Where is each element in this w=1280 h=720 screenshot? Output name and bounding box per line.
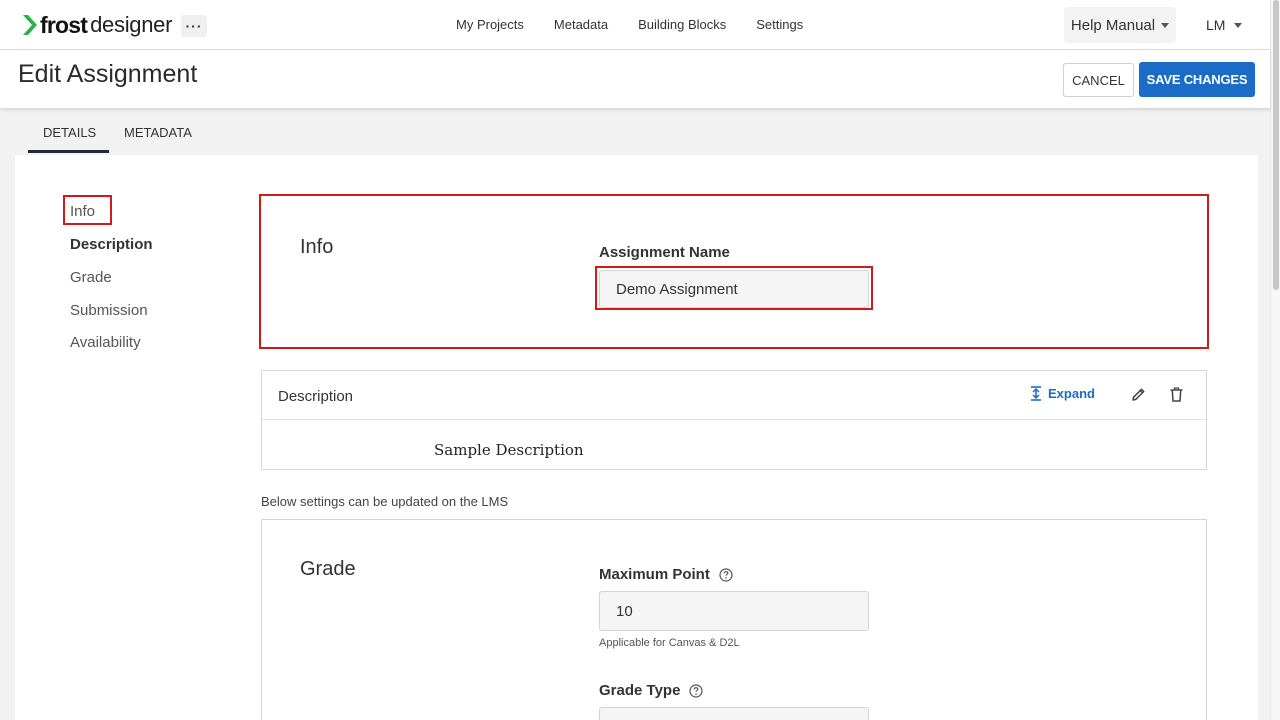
help-circle-icon[interactable]	[719, 567, 733, 582]
page-title: Edit Assignment	[18, 60, 198, 88]
tab-details[interactable]: DETAILS	[43, 125, 96, 140]
lms-note: Below settings can be updated on the LMS	[261, 494, 509, 509]
nav-settings[interactable]: Settings	[756, 17, 803, 32]
expand-button[interactable]: Expand	[1030, 386, 1095, 401]
nav-building-blocks[interactable]: Building Blocks	[638, 17, 726, 32]
nav-my-projects[interactable]: My Projects	[456, 17, 524, 32]
maximum-point-input[interactable]: 10	[599, 591, 869, 631]
description-card: Description Expand Sample Description	[261, 370, 1207, 470]
frost-logo-icon	[23, 15, 37, 35]
highlight-box-sidebar-info	[63, 195, 112, 225]
description-card-title: Description	[278, 388, 354, 405]
nav-metadata[interactable]: Metadata	[554, 17, 608, 32]
page-scrollbar[interactable]	[1270, 0, 1280, 720]
scrollbar-thumb[interactable]	[1273, 0, 1279, 290]
edit-icon[interactable]	[1131, 387, 1146, 402]
cancel-button[interactable]: CANCEL	[1063, 63, 1134, 97]
maximum-point-hint: Applicable for Canvas & D2L	[599, 637, 740, 649]
top-navbar: frost designer ··· My Projects Metadata …	[0, 0, 1270, 50]
grade-type-select[interactable]	[599, 707, 869, 720]
expand-label: Expand	[1048, 386, 1095, 401]
tab-metadata[interactable]: METADATA	[124, 125, 192, 140]
grade-type-label-text: Grade Type	[599, 682, 681, 699]
help-circle-icon[interactable]	[689, 683, 704, 698]
help-manual-dropdown[interactable]: Help Manual	[1064, 7, 1176, 43]
help-manual-label: Help Manual	[1070, 16, 1156, 34]
sidebar-item-grade[interactable]: Grade	[70, 269, 112, 286]
grade-section-heading: Grade	[300, 558, 356, 580]
sidebar-item-availability[interactable]: Availability	[70, 334, 141, 351]
page-header: Edit Assignment CANCEL SAVE CHANGES	[0, 50, 1270, 108]
logo-frost-text: frost	[40, 11, 88, 38]
more-icon[interactable]: ···	[181, 15, 207, 37]
sidebar-item-description[interactable]: Description	[70, 236, 153, 253]
maximum-point-label: Maximum Point	[599, 566, 733, 583]
trash-icon[interactable]	[1170, 387, 1183, 402]
description-content[interactable]: Sample Description	[434, 441, 584, 459]
caret-down-icon	[1234, 22, 1243, 28]
save-changes-button[interactable]: SAVE CHANGES	[1139, 62, 1255, 97]
highlight-box-assignment-name	[595, 266, 873, 310]
user-menu[interactable]: LM	[1206, 17, 1243, 33]
active-tab-indicator	[28, 150, 109, 153]
maximum-point-label-text: Maximum Point	[599, 566, 710, 583]
expand-icon	[1031, 386, 1041, 401]
user-initials: LM	[1206, 17, 1226, 33]
logo-designer-text: designer	[90, 12, 173, 37]
main-nav: My Projects Metadata Building Blocks Set…	[456, 17, 833, 32]
description-card-header: Description Expand	[262, 371, 1206, 420]
caret-down-icon	[1161, 22, 1170, 28]
sidebar-item-submission[interactable]: Submission	[70, 302, 148, 319]
frost-logo[interactable]: frost designer	[21, 11, 172, 39]
grade-type-label: Grade Type	[599, 682, 704, 699]
